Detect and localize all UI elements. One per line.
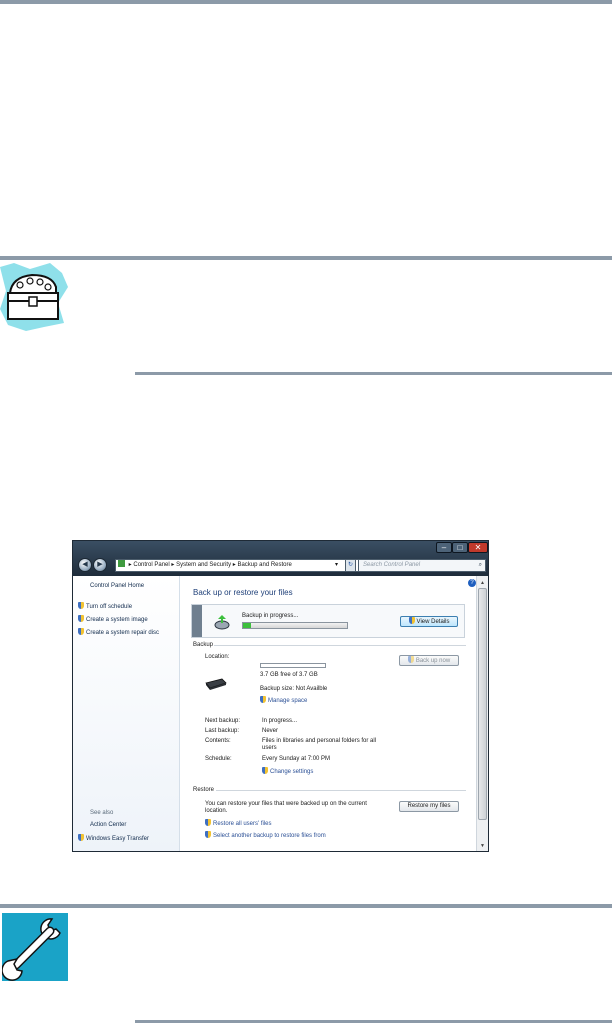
last-backup-label: Last backup:	[205, 728, 240, 734]
control-panel-home-link[interactable]: Control Panel Home	[90, 583, 144, 589]
windows-easy-transfer-link[interactable]: Windows Easy Transfer	[78, 834, 149, 842]
scroll-down-arrow[interactable]: ▼	[477, 842, 488, 850]
vertical-scrollbar[interactable]: ? ▲ ▼	[468, 576, 488, 851]
shield-icon	[408, 617, 415, 624]
backup-progress-panel: Backup in progress... View Details	[191, 604, 465, 638]
backup-progress-text: Backup in progress...	[242, 613, 299, 619]
backup-progress-fill	[243, 623, 252, 628]
schedule-label: Schedule:	[205, 756, 232, 762]
manage-space-link[interactable]: Manage space	[260, 696, 307, 704]
shield-icon	[78, 628, 84, 635]
address-dropdown-button[interactable]: ▾	[335, 560, 343, 571]
contents-value-line-2: users	[262, 745, 277, 751]
treasure-chest-icon	[0, 263, 68, 331]
scroll-thumb[interactable]	[478, 588, 487, 820]
shield-icon	[205, 831, 211, 838]
next-backup-value: In progress...	[262, 718, 298, 724]
contents-label: Contents:	[205, 738, 231, 744]
breadcrumb-backup-restore[interactable]: Backup and Restore	[237, 562, 291, 568]
top-rule	[0, 0, 612, 4]
location-usage-bar	[260, 663, 326, 668]
usb-drive-icon	[204, 677, 228, 691]
last-backup-value: Never	[262, 728, 279, 734]
restore-my-files-button[interactable]: Restore my files	[399, 801, 459, 812]
forward-button[interactable]: ▶	[93, 558, 107, 572]
backup-drive-icon	[214, 614, 230, 630]
create-repair-disc-link[interactable]: Create a system repair disc	[78, 628, 159, 636]
shield-icon	[407, 656, 414, 663]
search-icon[interactable]: ⌕	[479, 560, 482, 571]
title-bar: – □ ✕ ◀ ▶ ▸ Control Panel ▸ System and S…	[73, 541, 488, 576]
maximize-button[interactable]: □	[452, 542, 468, 553]
close-button[interactable]: ✕	[468, 542, 488, 553]
backup-restore-window: – □ ✕ ◀ ▶ ▸ Control Panel ▸ System and S…	[72, 540, 489, 852]
next-backup-label: Next backup:	[205, 718, 241, 724]
control-panel-folder-icon	[118, 560, 125, 567]
backup-section-divider	[214, 645, 466, 646]
shield-icon	[78, 615, 84, 622]
back-button[interactable]: ◀	[78, 558, 92, 572]
progress-accent-bar	[192, 605, 202, 637]
note-rule-top	[0, 256, 612, 260]
shield-icon	[78, 602, 84, 609]
shield-icon	[205, 819, 211, 826]
refresh-button[interactable]: ↻	[345, 559, 356, 572]
restore-description-line-1: You can restore your files that were bac…	[205, 801, 367, 807]
page-title: Back up or restore your files	[193, 588, 293, 597]
breadcrumb-control-panel[interactable]: Control Panel	[133, 562, 169, 568]
wrench-icon	[1, 913, 68, 981]
backup-progress-bar	[242, 622, 348, 629]
back-up-now-button[interactable]: Back up now	[399, 655, 459, 666]
create-system-image-link[interactable]: Create a system image	[78, 615, 148, 623]
contents-value-line-1: Files in libraries and personal folders …	[262, 738, 377, 744]
search-input[interactable]: Search Control Panel ⌕	[358, 559, 486, 572]
schedule-value: Every Sunday at 7:00 PM	[262, 756, 331, 762]
tip-rule-top	[0, 904, 612, 908]
restore-all-users-link[interactable]: Restore all users' files	[205, 819, 272, 827]
shield-icon	[78, 834, 84, 841]
free-space-text: 3.7 GB free of 3.7 GB	[260, 672, 318, 678]
change-settings-link[interactable]: Change settings	[262, 767, 313, 775]
note-rule-bottom	[135, 372, 612, 375]
location-label: Location:	[205, 654, 230, 660]
restore-section-divider	[216, 790, 466, 791]
shield-icon	[260, 696, 266, 703]
backup-size-text: Backup size: Not Availble	[260, 686, 328, 692]
scroll-up-arrow[interactable]: ▲	[477, 579, 488, 587]
turn-off-schedule-link[interactable]: Turn off schedule	[78, 602, 132, 610]
left-navigation-pane: Control Panel Home Turn off schedule Cre…	[73, 576, 180, 851]
help-icon[interactable]: ?	[468, 579, 476, 587]
shield-icon	[262, 767, 268, 774]
view-details-button[interactable]: View Details	[400, 616, 458, 627]
see-also-heading: See also	[90, 810, 114, 816]
main-content: Back up or restore your files Backup in …	[180, 576, 476, 851]
restore-description-line-2: location.	[205, 808, 228, 814]
action-center-link[interactable]: Action Center	[90, 822, 126, 828]
minimize-button[interactable]: –	[436, 542, 452, 553]
tip-rule-bottom	[135, 1020, 612, 1023]
restore-section-heading: Restore	[193, 787, 215, 793]
breadcrumb-system-security[interactable]: System and Security	[176, 562, 231, 568]
backup-section-heading: Backup	[193, 642, 214, 648]
select-another-backup-link[interactable]: Select another backup to restore files f…	[205, 831, 326, 839]
